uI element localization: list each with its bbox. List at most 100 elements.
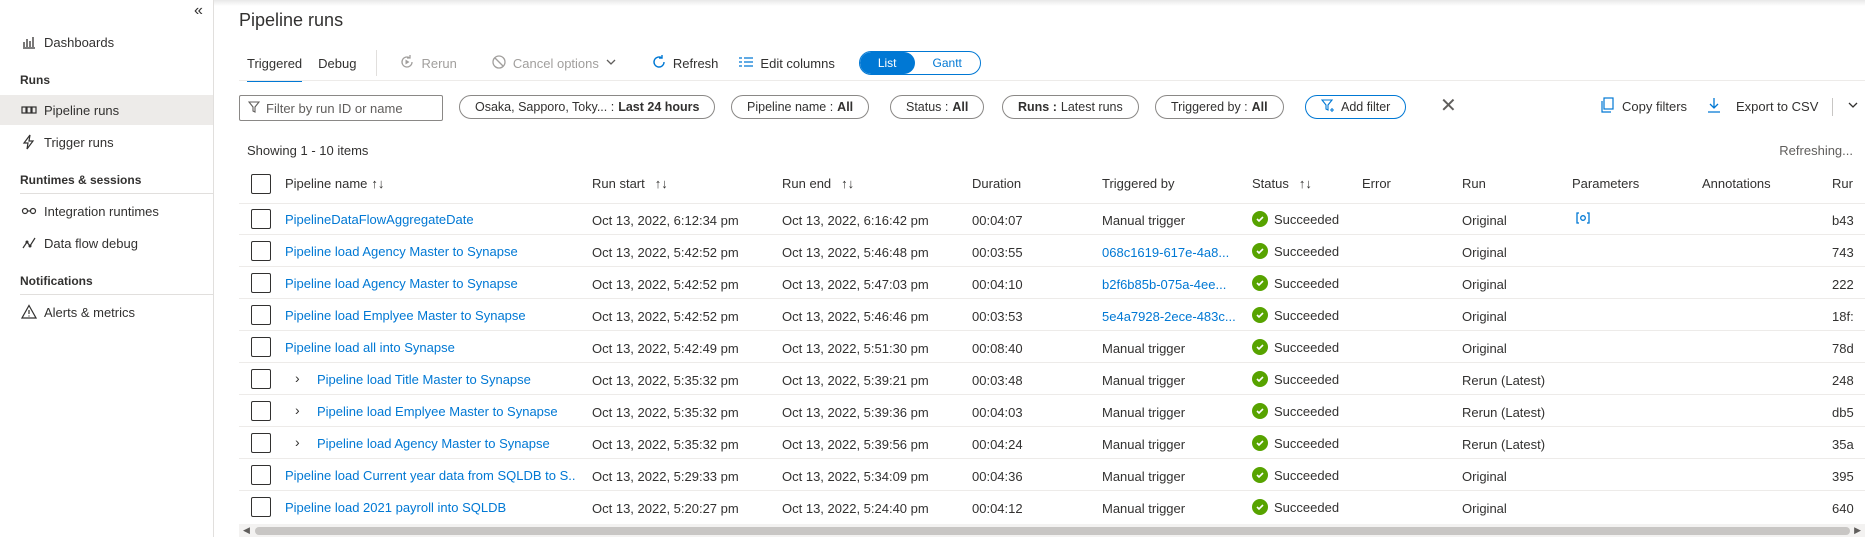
row-checkbox[interactable]: [251, 273, 271, 293]
column-header-pipeline-name[interactable]: Pipeline name ↑↓: [285, 176, 384, 191]
row-checkbox[interactable]: [251, 369, 271, 389]
sidebar-item-pipeline-runs[interactable]: Pipeline runs: [0, 95, 213, 125]
chevron-right-icon[interactable]: ›: [295, 370, 300, 386]
row-checkbox[interactable]: [251, 241, 271, 261]
scroll-left-icon[interactable]: ◀: [243, 524, 250, 537]
run-end: Oct 13, 2022, 5:51:30 pm: [782, 341, 929, 356]
sidebar-item-integration-runtimes[interactable]: Integration runtimes: [0, 196, 213, 226]
rerun-label: Rerun: [421, 55, 457, 71]
pipeline-name-filter-pill[interactable]: Pipeline name : All: [731, 95, 870, 119]
row-checkbox[interactable]: [251, 305, 271, 325]
collapse-sidebar-button[interactable]: «: [194, 2, 203, 20]
column-header-run-id[interactable]: Rur: [1832, 176, 1853, 191]
success-check-icon: [1252, 403, 1268, 419]
run-end: Oct 13, 2022, 6:16:42 pm: [782, 213, 929, 228]
timezone-filter-pill[interactable]: Osaka, Sapporo, Toky... : Last 24 hours: [459, 95, 716, 119]
scroll-right-icon[interactable]: ▶: [1854, 524, 1861, 537]
view-gantt-button[interactable]: Gantt: [915, 52, 980, 74]
column-header-status[interactable]: Status ↑↓: [1252, 176, 1312, 191]
column-header-run-end[interactable]: Run end ↑↓: [782, 176, 854, 191]
pipeline-name-link[interactable]: Pipeline load Emplyee Master to Synapse: [317, 404, 558, 419]
row-checkbox[interactable]: [251, 433, 271, 453]
column-header-parameters[interactable]: Parameters: [1572, 176, 1639, 191]
column-header-run-start[interactable]: Run start ↑↓: [592, 176, 668, 191]
filter-pill-value: Last 24 hours: [618, 100, 700, 114]
triggered-by: Manual trigger: [1102, 373, 1186, 388]
success-check-icon: [1252, 307, 1268, 323]
row-checkbox[interactable]: [251, 497, 271, 517]
triggered-by: Manual trigger: [1102, 501, 1186, 516]
triggered-by: Manual trigger: [1102, 213, 1186, 228]
chevron-down-icon[interactable]: [1847, 99, 1859, 114]
add-filter-button[interactable]: Add filter: [1305, 95, 1407, 119]
copy-filters-label: Copy filters: [1622, 99, 1688, 114]
status-filter-pill[interactable]: Status : All: [890, 95, 985, 119]
row-checkbox[interactable]: [251, 401, 271, 421]
triggered-by-filter-pill[interactable]: Triggered by : All: [1155, 95, 1284, 119]
triggered-by-link[interactable]: 5e4a7928-2ece-483c...: [1102, 309, 1236, 324]
pipeline-name-link[interactable]: Pipeline load all into Synapse: [285, 340, 455, 355]
run-start: Oct 13, 2022, 5:35:32 pm: [592, 437, 739, 452]
sidebar-divider: [20, 193, 213, 194]
pipeline-name-link[interactable]: Pipeline load Agency Master to Synapse: [285, 244, 518, 259]
sidebar-item-alerts-metrics[interactable]: Alerts & metrics: [0, 297, 213, 327]
sidebar-item-label: Data flow debug: [44, 235, 138, 251]
sidebar-section-runs: Runs: [20, 73, 50, 87]
status-badge: Succeeded: [1252, 467, 1339, 483]
row-checkbox[interactable]: [251, 209, 271, 229]
sidebar-item-label: Trigger runs: [44, 134, 114, 150]
triggered-by-link[interactable]: b2f6b85b-075a-4ee...: [1102, 277, 1226, 292]
column-header-error[interactable]: Error: [1362, 176, 1391, 191]
column-header-run[interactable]: Run: [1462, 176, 1486, 191]
edit-columns-button[interactable]: Edit columns: [728, 54, 844, 73]
view-list-button[interactable]: List: [859, 52, 915, 74]
status-badge: Succeeded: [1252, 339, 1339, 355]
filter-pill-value: Latest runs: [1060, 100, 1123, 114]
search-input[interactable]: [266, 100, 436, 116]
sidebar-item-label: Alerts & metrics: [44, 304, 136, 320]
cancel-options-button[interactable]: Cancel options: [481, 54, 627, 73]
triggered-by: Manual trigger: [1102, 405, 1186, 420]
tab-debug[interactable]: Debug: [310, 50, 364, 76]
clear-filters-close-icon[interactable]: ✕: [1440, 96, 1457, 116]
horizontal-scrollbar[interactable]: ◀ ▶: [239, 524, 1865, 537]
pipeline-name-link[interactable]: Pipeline load Title Master to Synapse: [317, 372, 531, 387]
pipeline-name-link[interactable]: PipelineDataFlowAggregateDate: [285, 212, 474, 227]
status-badge: Succeeded: [1252, 243, 1339, 259]
column-header-triggered-by[interactable]: Triggered by: [1102, 176, 1175, 191]
scrollbar-thumb[interactable]: [255, 527, 1850, 535]
pipeline-name-link[interactable]: Pipeline load Agency Master to Synapse: [285, 276, 518, 291]
column-header-duration[interactable]: Duration: [972, 176, 1021, 191]
row-checkbox[interactable]: [251, 465, 271, 485]
column-header-annotations[interactable]: Annotations: [1702, 176, 1771, 191]
status-badge: Succeeded: [1252, 211, 1339, 227]
status-text: Succeeded: [1274, 435, 1340, 451]
parameters-icon[interactable]: [1574, 211, 1592, 228]
run-id: db5: [1832, 405, 1854, 420]
sidebar-item-trigger-runs[interactable]: Trigger runs: [0, 127, 213, 157]
pipeline-name-link[interactable]: Pipeline load Agency Master to Synapse: [317, 436, 550, 451]
toolbar-divider: [1832, 97, 1834, 116]
refresh-button[interactable]: Refresh: [641, 54, 729, 73]
run-end: Oct 13, 2022, 5:24:40 pm: [782, 501, 929, 516]
chevron-right-icon[interactable]: ›: [295, 434, 300, 450]
pipeline-name-link[interactable]: Pipeline load 2021 payroll into SQLDB: [285, 500, 506, 515]
export-csv-button[interactable]: Export to CSV: [1706, 97, 1859, 116]
row-divider: [239, 298, 1865, 299]
chevron-right-icon[interactable]: ›: [295, 402, 300, 418]
tab-triggered[interactable]: Triggered: [239, 50, 310, 82]
sidebar-item-dashboards[interactable]: Dashboards: [0, 27, 213, 57]
duration: 00:04:07: [972, 213, 1023, 228]
sidebar-item-data-flow-debug[interactable]: Data flow debug: [0, 228, 213, 258]
triggered-by-link[interactable]: 068c1619-617e-4a8...: [1102, 245, 1229, 260]
pipeline-name-link[interactable]: Pipeline load Current year data from SQL…: [285, 468, 575, 483]
sort-icon: ↑↓: [654, 176, 668, 191]
runs-filter-pill[interactable]: Runs : Latest runs: [1002, 95, 1139, 119]
add-filter-label: Add filter: [1341, 100, 1391, 114]
copy-filters-button[interactable]: Copy filters: [1600, 97, 1687, 116]
run-end: Oct 13, 2022, 5:47:03 pm: [782, 277, 929, 292]
rerun-button[interactable]: Rerun: [389, 54, 466, 73]
pipeline-name-link[interactable]: Pipeline load Emplyee Master to Synapse: [285, 308, 526, 323]
select-all-checkbox[interactable]: [251, 174, 271, 194]
row-checkbox[interactable]: [251, 337, 271, 357]
